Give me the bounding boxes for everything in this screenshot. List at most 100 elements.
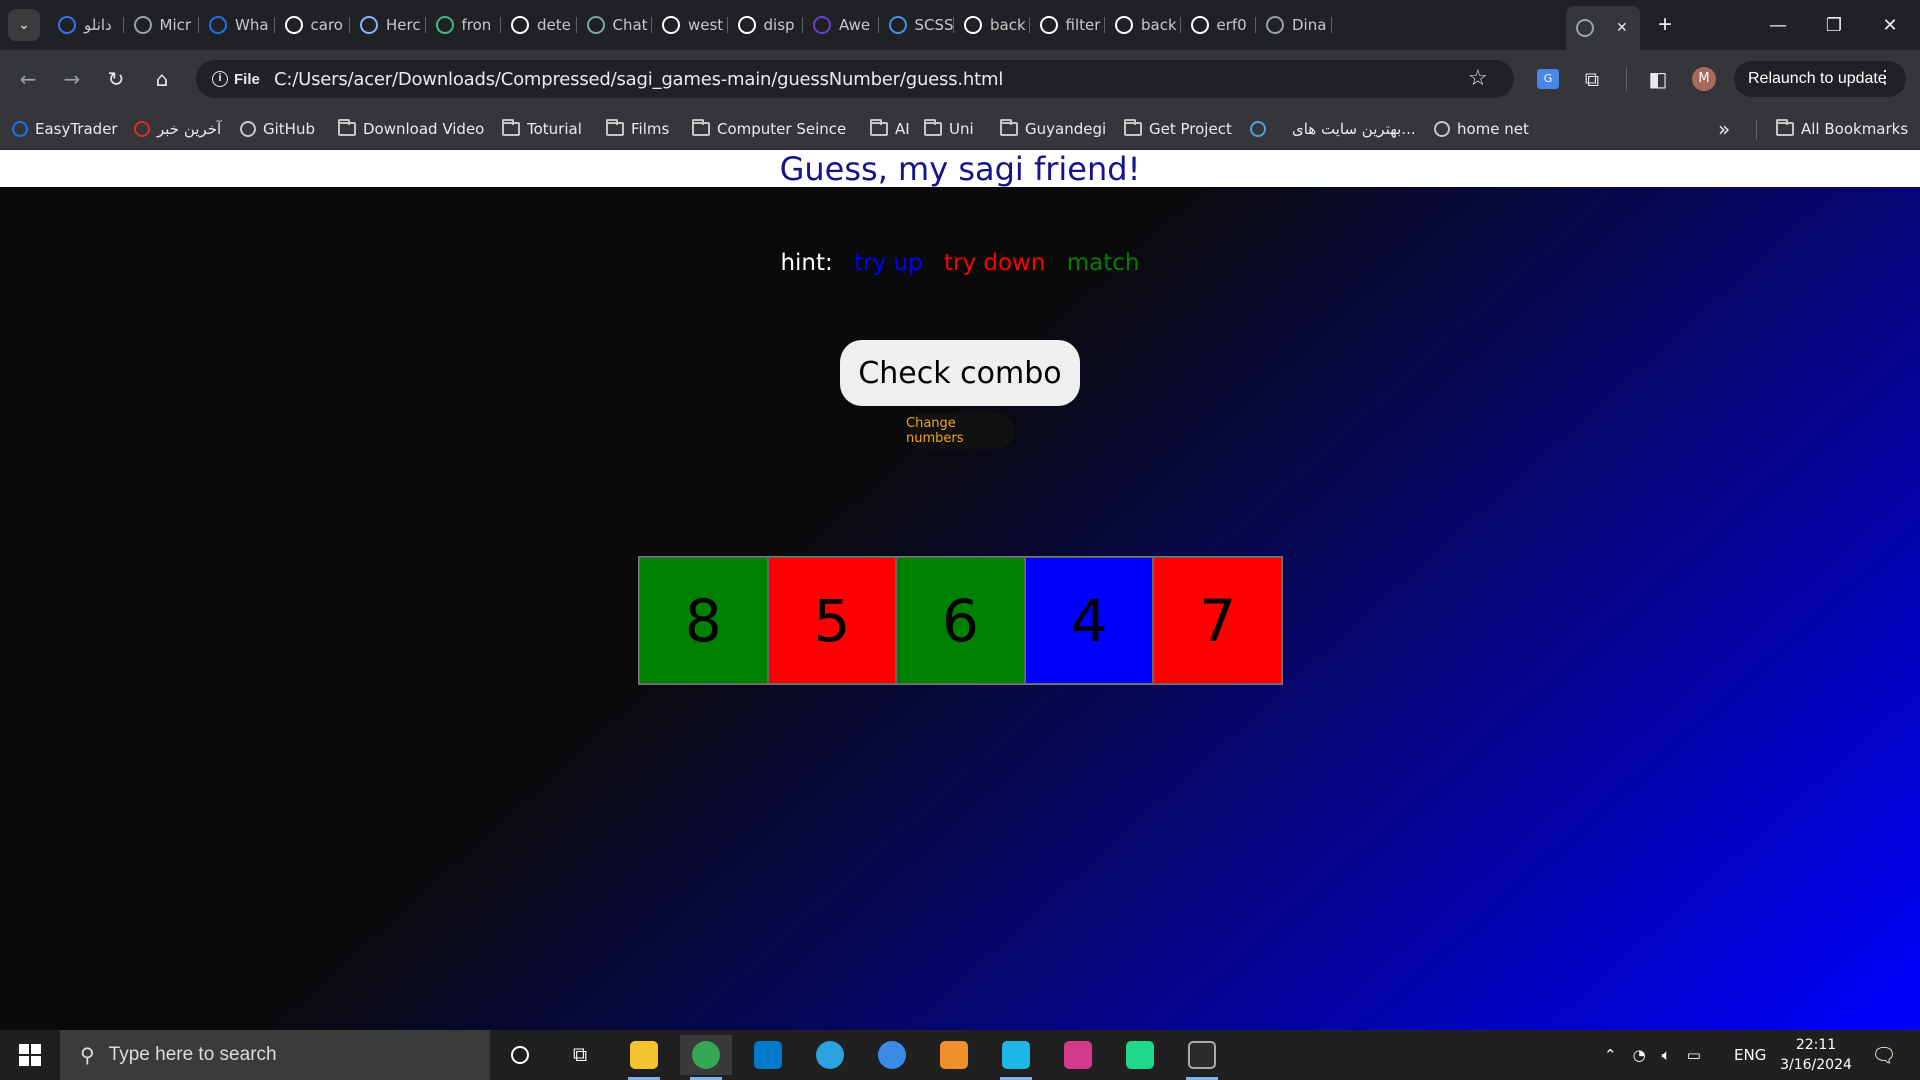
cortana-button[interactable]	[494, 1035, 546, 1075]
file-explorer-icon	[630, 1041, 658, 1069]
tab[interactable]: Dina	[1256, 8, 1332, 42]
tab[interactable]: dete	[501, 8, 577, 42]
bookmark-item[interactable]: EasyTrader	[12, 116, 118, 142]
taskbar-app-search-tool[interactable]	[928, 1035, 980, 1075]
bookmark-item[interactable]: Uni	[924, 116, 974, 142]
forward-button[interactable]: →	[56, 63, 88, 95]
number-box[interactable]: 6	[896, 557, 1025, 684]
network-icon[interactable]: ◔	[1633, 1046, 1646, 1064]
bookmark-item[interactable]: Get Project	[1124, 116, 1232, 142]
minimize-button[interactable]: —	[1750, 0, 1806, 50]
bookmark-item[interactable]: Films	[606, 116, 669, 142]
folder-icon	[1776, 119, 1794, 136]
check-combo-button[interactable]: Check combo	[840, 340, 1080, 406]
more-bookmarks-button[interactable]: »	[1718, 116, 1730, 142]
site-info-chip[interactable]: i File	[202, 66, 270, 92]
tab[interactable]: back	[954, 8, 1030, 42]
system-tray: ⌃ ◔ 🔈︎ ▭	[1604, 1030, 1701, 1080]
address-bar[interactable]: i File C:/Users/acer/Downloads/Compresse…	[196, 60, 1514, 98]
taskbar-search[interactable]: ⚲ Type here to search	[60, 1030, 490, 1080]
profile-button[interactable]: M	[1688, 63, 1720, 95]
close-tab-icon[interactable]: ✕	[1616, 20, 1628, 36]
taskbar: ⚲ Type here to search ⧉ ⌃ ◔ 🔈︎ ▭ ENG 22:…	[0, 1030, 1920, 1080]
taskbar-app-vscode[interactable]	[742, 1035, 794, 1075]
tab[interactable]: Micr	[124, 8, 199, 42]
tab[interactable]: SCSS	[879, 8, 954, 42]
tab[interactable]: Wha	[199, 8, 275, 42]
bookmark-item[interactable]: AI	[870, 116, 910, 142]
all-bookmarks-label: All Bookmarks	[1801, 120, 1909, 138]
bookmark-item[interactable]: home net	[1434, 116, 1529, 142]
bookmark-item[interactable]: Toturial	[502, 116, 582, 142]
tab[interactable]: caro	[275, 8, 350, 42]
relaunch-button[interactable]: Relaunch to update ⋮	[1734, 61, 1906, 97]
new-tab-button[interactable]: +	[1648, 8, 1682, 42]
tab[interactable]: Awe	[803, 8, 879, 42]
chevron-up-icon[interactable]: ⌃	[1604, 1046, 1617, 1064]
tab-active[interactable]: ✕	[1566, 6, 1640, 50]
battery-icon[interactable]: ▭	[1687, 1046, 1701, 1064]
taskbar-app-webstorm[interactable]	[990, 1035, 1042, 1080]
tab[interactable]: disp	[728, 8, 803, 42]
extensions-button[interactable]: ⧉	[1576, 63, 1608, 95]
folder-icon	[870, 119, 888, 136]
side-panel-button[interactable]: ◧	[1642, 63, 1674, 95]
bookmark-item[interactable]: GitHub	[240, 116, 315, 142]
reload-icon: ↻	[107, 67, 125, 91]
task-view-button[interactable]: ⧉	[554, 1035, 606, 1075]
toolbar-divider	[1626, 67, 1627, 91]
number-box[interactable]: 5	[767, 557, 897, 684]
tab-search-button[interactable]: ⌄	[8, 9, 40, 41]
close-window-button[interactable]: ✕	[1862, 0, 1918, 50]
taskbar-app-intellij[interactable]	[1052, 1035, 1104, 1075]
translate-button[interactable]: G	[1532, 63, 1564, 95]
bookmark-item[interactable]: آخرین خبر	[134, 116, 221, 142]
taskbar-app-telegram[interactable]	[804, 1035, 856, 1075]
tab-label: dete	[537, 16, 571, 34]
bookmark-item[interactable]: Computer Seince	[692, 116, 846, 142]
bookmark-label: Get Project	[1149, 120, 1232, 138]
google-icon	[284, 16, 303, 34]
folder-icon	[924, 119, 942, 136]
number-box[interactable]: 8	[639, 557, 768, 684]
tab[interactable]: erf0	[1181, 8, 1256, 42]
taskbar-app-chrome[interactable]	[680, 1035, 732, 1080]
tab[interactable]: Chat	[577, 8, 652, 42]
reload-button[interactable]: ↻	[100, 63, 132, 95]
tab-label: Wha	[235, 16, 269, 34]
back-button[interactable]: ←	[12, 63, 44, 95]
hint-label: hint:	[780, 250, 833, 276]
clock[interactable]: 22:11 3/16/2024	[1776, 1030, 1856, 1080]
tab[interactable]: fron	[426, 8, 501, 42]
translate-icon: G	[1537, 69, 1559, 89]
notifications-button[interactable]: 🗨︎	[1864, 1030, 1904, 1080]
bookmark-label: GitHub	[263, 120, 315, 138]
bookmark-item[interactable]: Guyandegi	[1000, 116, 1106, 142]
taskbar-app-pycharm[interactable]	[1114, 1035, 1166, 1075]
tab-label: SCSS	[914, 16, 954, 34]
number-box[interactable]: 7	[1153, 557, 1282, 684]
start-button[interactable]	[4, 1035, 56, 1075]
taskbar-app-terminal[interactable]	[1176, 1035, 1228, 1080]
tab[interactable]: back	[1105, 8, 1181, 42]
home-button[interactable]: ⌂	[146, 63, 178, 95]
bookmark-star-button[interactable]: ☆	[1468, 65, 1488, 91]
language-indicator[interactable]: ENG	[1734, 1030, 1766, 1080]
change-numbers-button[interactable]: Change numbers	[906, 413, 1014, 449]
restore-button[interactable]: ❐	[1806, 0, 1862, 50]
bookmark-item[interactable]: Download Video	[338, 116, 484, 142]
tab[interactable]: west	[652, 8, 728, 42]
globe-icon	[1434, 121, 1450, 137]
tab[interactable]: Herc	[350, 8, 426, 42]
number-box[interactable]: 4	[1024, 557, 1154, 684]
tab[interactable]: filter	[1030, 8, 1105, 42]
folder-icon	[606, 119, 624, 136]
all-bookmarks-button[interactable]: All Bookmarks	[1776, 116, 1908, 142]
taskbar-app-browser[interactable]	[866, 1035, 918, 1075]
bookmark-item[interactable]: بهترین سایت های...	[1292, 116, 1416, 142]
taskbar-app-file-explorer[interactable]	[618, 1035, 670, 1080]
tab-label: west	[688, 16, 724, 34]
tab[interactable]: دانلو	[48, 8, 124, 42]
bookmark-item[interactable]	[1250, 116, 1266, 142]
volume-icon[interactable]: 🔈︎	[1662, 1046, 1671, 1064]
